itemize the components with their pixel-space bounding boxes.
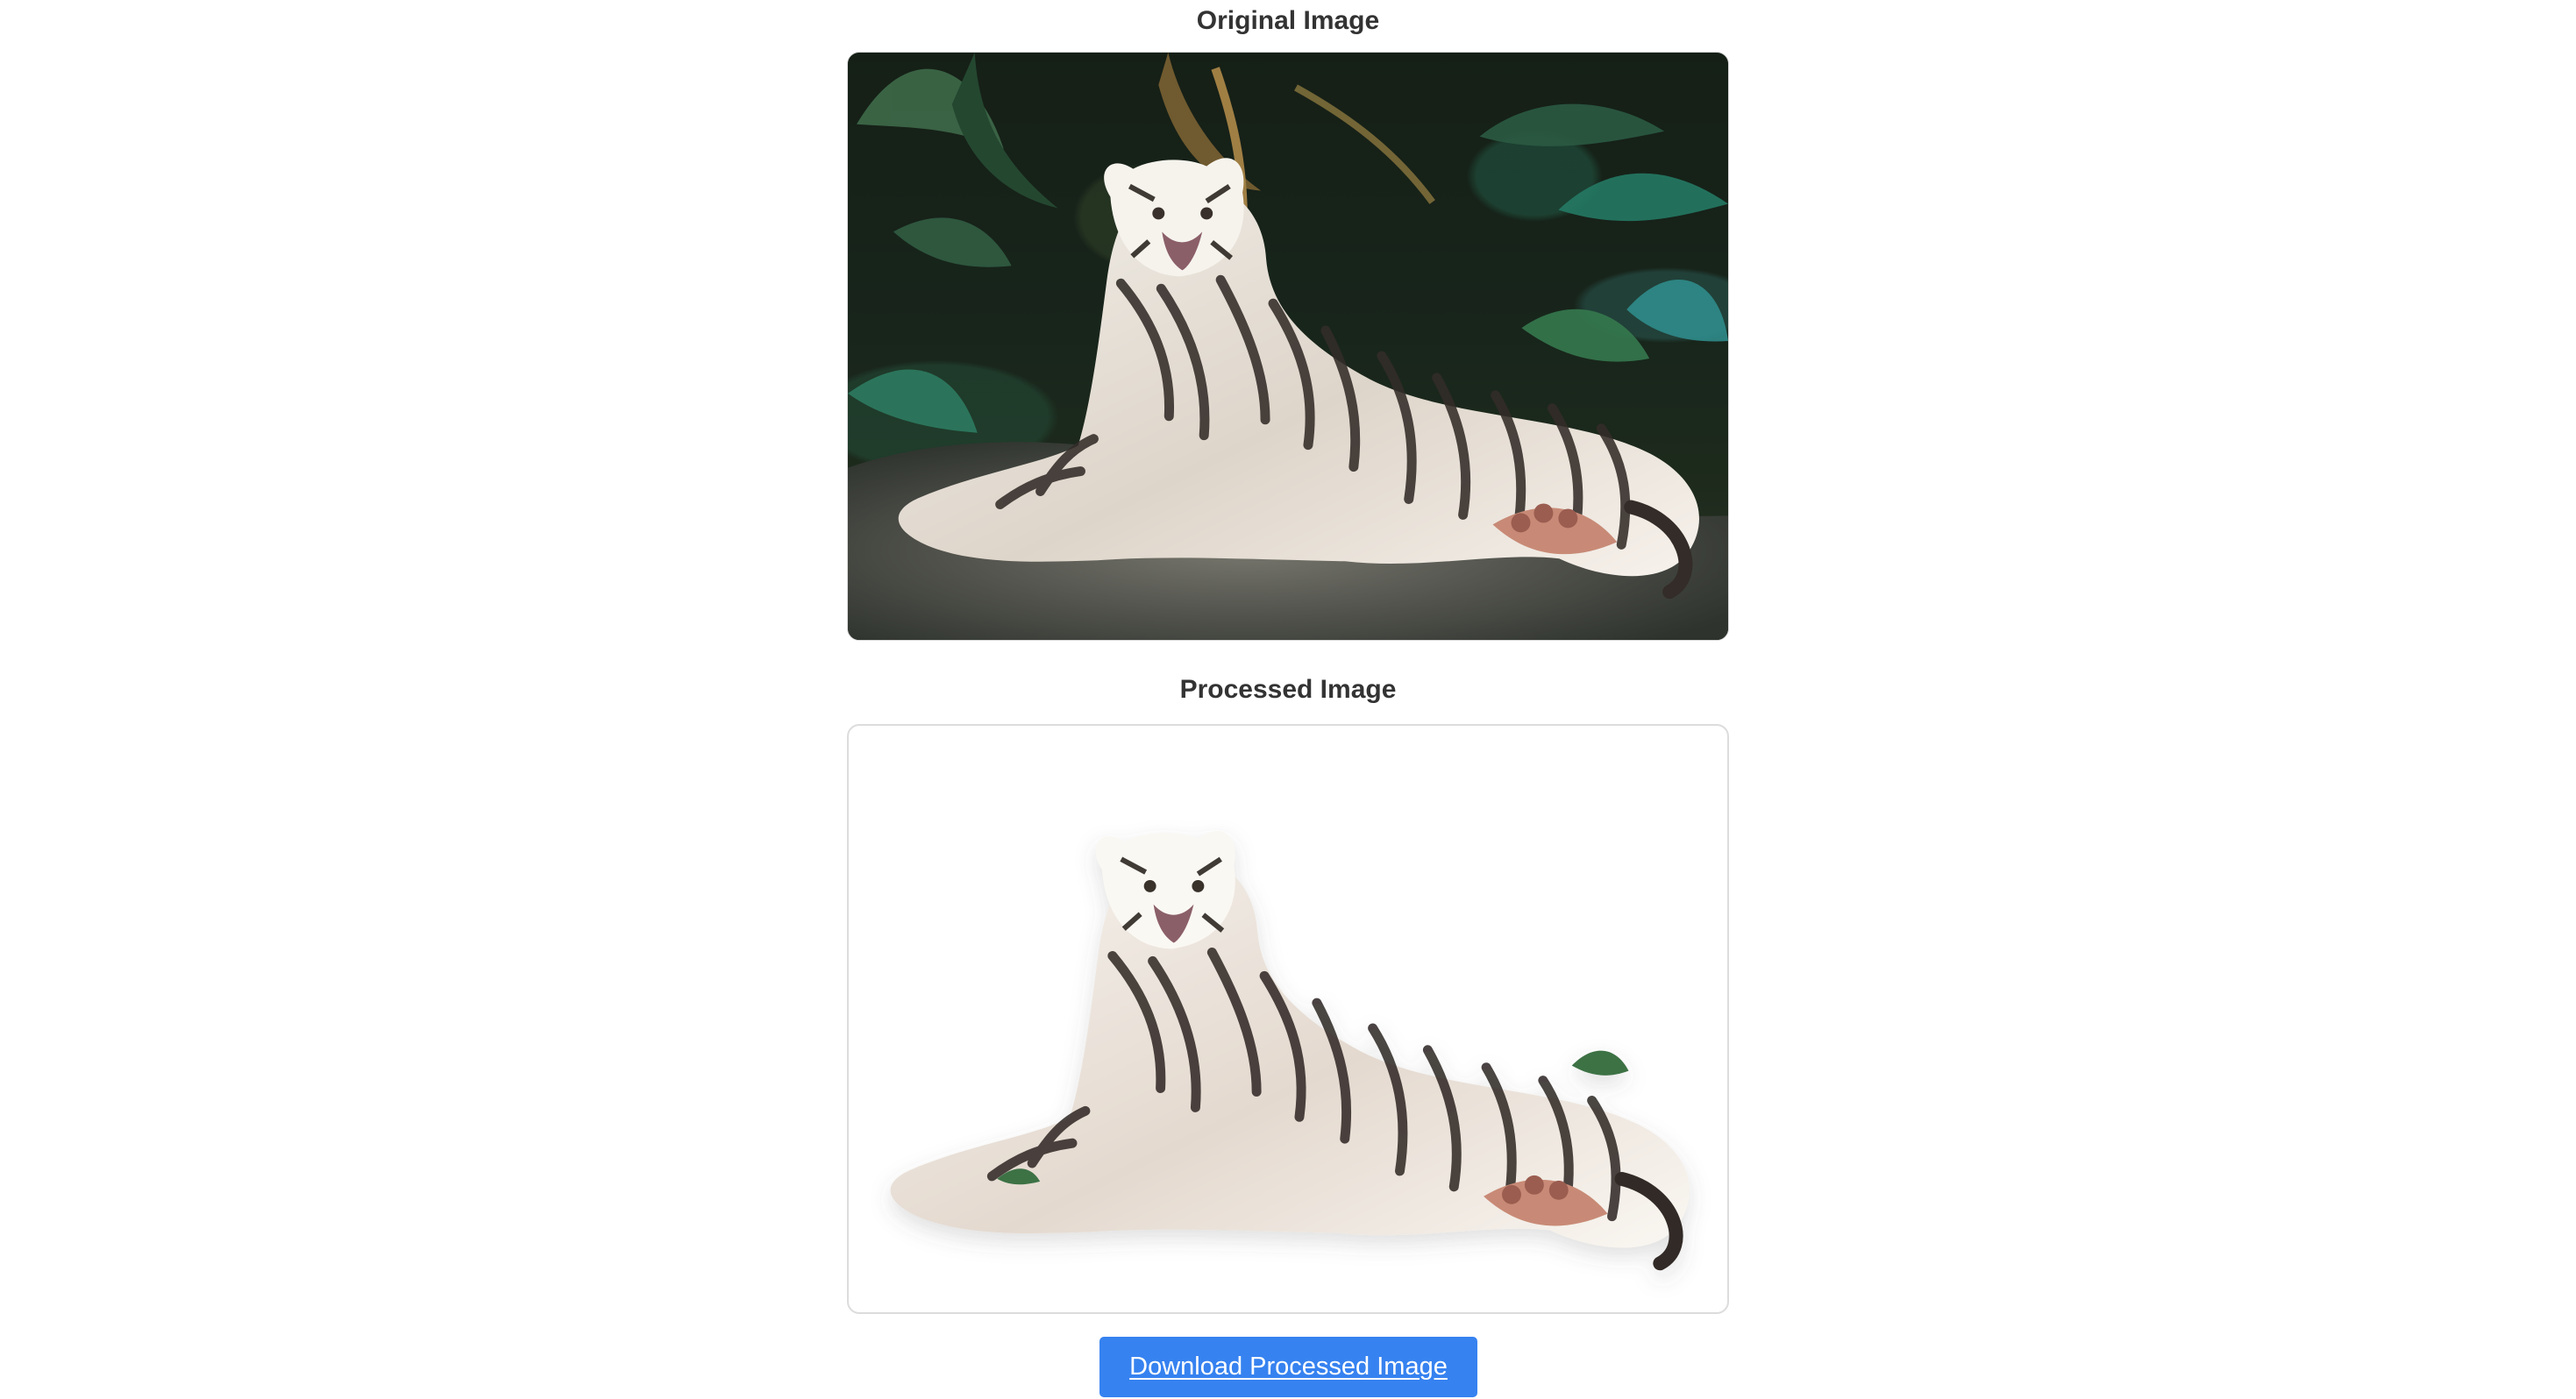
original-image-title: Original Image (1196, 6, 1380, 35)
original-image (847, 52, 1729, 641)
tiger-cutout-icon (890, 830, 1690, 1271)
download-processed-image-button[interactable]: Download Processed Image (1099, 1337, 1477, 1397)
image-processing-page: Original Image Processed Image Download … (0, 0, 2576, 1399)
original-tiger-scene (848, 53, 1728, 640)
processed-tiger-cutout (890, 830, 1690, 1271)
processed-image-title: Processed Image (1179, 675, 1397, 704)
processed-image (847, 724, 1729, 1314)
